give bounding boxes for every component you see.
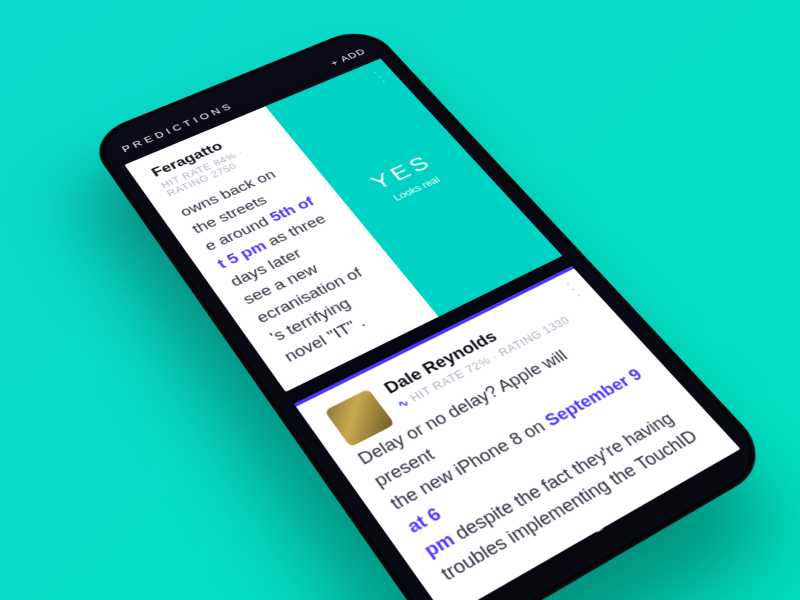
- add-button[interactable]: +ADD: [328, 47, 368, 68]
- nav-back-icon[interactable]: [680, 451, 718, 483]
- wave-icon: ∿: [395, 396, 413, 411]
- phone-frame: PREDICTIONS +ADD ··· Feragatto: [85, 24, 777, 600]
- screen: PREDICTIONS +ADD ··· Feragatto: [91, 27, 769, 600]
- nav-square-icon[interactable]: [467, 571, 506, 600]
- nav-home-icon[interactable]: [577, 509, 615, 543]
